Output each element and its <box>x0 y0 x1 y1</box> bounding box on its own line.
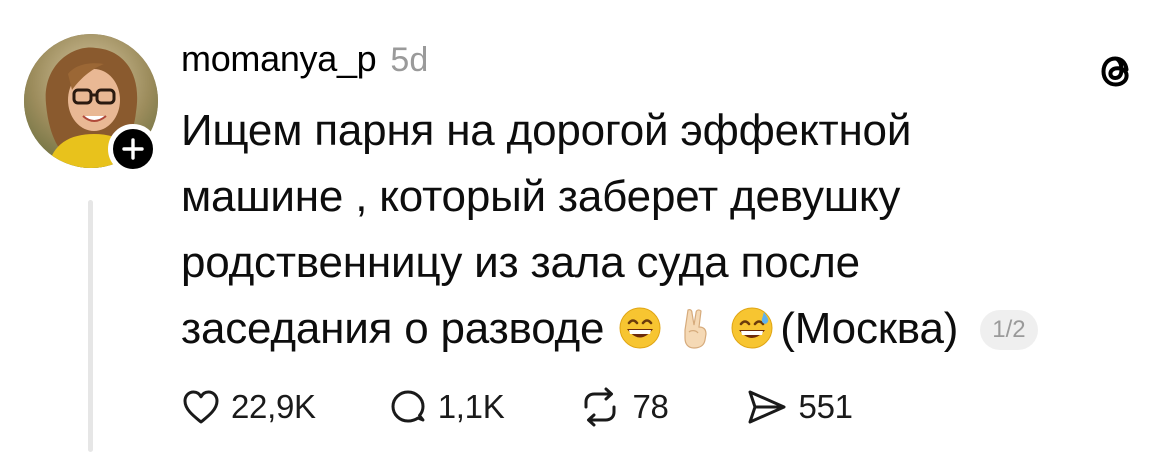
post-timestamp: 5d <box>390 41 429 79</box>
post-header: momanya_p 5d <box>181 38 428 82</box>
victory-hand-icon <box>684 309 707 349</box>
post-text-line: машине , который заберет девушку <box>181 172 901 221</box>
comment-icon <box>391 390 425 423</box>
reply-button[interactable]: 1,1K <box>388 387 505 427</box>
threads-logo-icon[interactable] <box>1093 48 1139 94</box>
repost-count: 78 <box>632 388 669 425</box>
post-text-line: родственницу из зала суда после <box>181 238 860 287</box>
heart-icon <box>183 390 219 424</box>
grinning-face-with-smiling-eyes-icon <box>619 307 661 349</box>
share-count: 551 <box>798 388 853 425</box>
page-indicator[interactable]: 1/2 <box>980 310 1038 350</box>
repost-button[interactable]: 78 <box>578 387 669 427</box>
reply-count: 1,1K <box>437 388 505 425</box>
post-text-line: заседания о разводе <box>181 304 605 353</box>
send-icon <box>748 390 786 424</box>
grinning-face-with-sweat-icon <box>731 307 773 349</box>
follow-button[interactable] <box>108 124 158 174</box>
share-button[interactable]: 551 <box>745 387 853 427</box>
post-text-last-line: заседания о разводе (Москва) 1/2 <box>181 296 1121 362</box>
thread-line <box>88 200 93 452</box>
post-location: (Москва) <box>780 304 959 353</box>
author-username[interactable]: momanya_p <box>181 38 377 80</box>
like-count: 22,9K <box>231 388 316 425</box>
post-actions: 22,9K 1,1K 78 551 <box>181 382 853 432</box>
post-text-line: Ищем парня на дорогой эффектной <box>181 106 912 155</box>
like-button[interactable]: 22,9K <box>181 388 316 426</box>
plus-icon <box>122 138 144 160</box>
post-body: Ищем парня на дорогой эффектной машине ,… <box>181 98 1121 362</box>
repost-icon <box>584 387 616 427</box>
